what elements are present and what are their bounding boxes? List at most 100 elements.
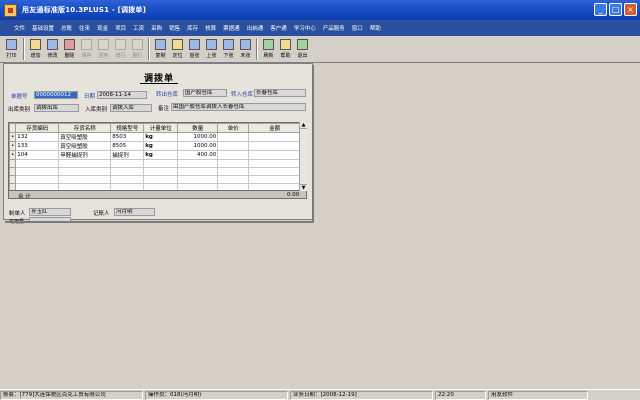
toolbar-button[interactable]: 复制 (152, 38, 169, 62)
scroll-down-icon[interactable]: ▼ (300, 184, 307, 191)
grid-cell-spec[interactable]: 8505 (110, 141, 145, 151)
grid-cell-code[interactable]: 104 (15, 150, 60, 160)
grid-cell-price[interactable] (217, 132, 250, 142)
menu-item[interactable]: 产品服务 (323, 24, 345, 32)
grid-cell-unit[interactable] (143, 159, 179, 168)
toolbar-button[interactable]: 上张 (203, 38, 220, 62)
grid-cell-unit[interactable] (143, 167, 179, 176)
toolbar-button[interactable]: 帮助 (277, 38, 294, 62)
toolbar-button[interactable]: 首张 (186, 38, 203, 62)
grid-cell-qty[interactable] (177, 159, 219, 168)
grid-cell-amount[interactable] (248, 132, 302, 142)
table-row[interactable] (9, 167, 302, 176)
grid-cell-spec[interactable] (110, 159, 145, 168)
out-warehouse-field[interactable]: 国产胶仓库 (183, 89, 227, 97)
toolbar-button[interactable]: 定位 (169, 38, 186, 62)
grid-cell-amount[interactable] (248, 183, 302, 190)
table-row[interactable]: • 133 真空吸塑胶 8505 kg 1000.00 (9, 141, 302, 151)
column-header[interactable]: 数量 (177, 123, 219, 133)
table-row[interactable]: • 104 甲醛捕捉剂 捕捉剂 kg 400.00 (9, 150, 302, 160)
maximize-button[interactable]: □ (609, 3, 622, 16)
column-header[interactable]: 存货编码 (15, 123, 60, 133)
menu-item[interactable]: 工资 (133, 24, 144, 32)
grid-cell-unit[interactable] (143, 183, 179, 190)
menu-item[interactable]: 文件 (14, 24, 25, 32)
grid-cell-name[interactable] (58, 159, 112, 168)
menu-item[interactable]: 总账 (61, 24, 72, 32)
column-header[interactable]: 单价 (217, 123, 250, 133)
menu-item[interactable]: 出纳通 (247, 24, 264, 32)
grid-cell-spec[interactable] (110, 175, 145, 184)
toolbar-button[interactable]: 放弃 (95, 38, 112, 62)
in-warehouse-field[interactable]: 长春仓库 (254, 89, 306, 97)
grid-cell-spec[interactable] (110, 167, 145, 176)
grid-cell-amount[interactable] (248, 167, 302, 176)
minimize-button[interactable]: _ (594, 3, 607, 16)
toolbar-button[interactable]: 打印 (2, 38, 21, 62)
menu-item[interactable]: 基础设置 (32, 24, 54, 32)
toolbar-button[interactable]: 保存 (78, 38, 95, 62)
grid-cell-code[interactable]: 133 (15, 141, 60, 151)
grid-cell-unit[interactable]: kg (143, 141, 179, 151)
toolbar-button[interactable]: 修改 (44, 38, 61, 62)
grid-cell-amount[interactable] (248, 159, 302, 168)
grid-cell-name[interactable]: 真空吸塑胶 (58, 132, 112, 142)
menu-item[interactable]: 票据通 (223, 24, 240, 32)
grid-cell-qty[interactable] (177, 167, 219, 176)
grid-cell-spec[interactable]: 捕捉剂 (110, 150, 145, 160)
menu-item[interactable]: 帮助 (370, 24, 381, 32)
menu-item[interactable]: 学习中心 (294, 24, 316, 32)
grid-cell-name[interactable] (58, 167, 112, 176)
grid-cell-qty[interactable]: 1000.00 (177, 132, 219, 142)
grid-cell-price[interactable] (217, 159, 250, 168)
grid-cell-code[interactable] (15, 183, 60, 190)
menu-item[interactable]: 往来 (79, 24, 90, 32)
remark-field[interactable]: 由国产胶仓库调拨入长春仓库 (171, 103, 306, 111)
column-header[interactable]: 计量单位 (143, 123, 179, 133)
grid-cell-qty[interactable]: 1000.00 (177, 141, 219, 151)
menu-item[interactable]: 窗口 (352, 24, 363, 32)
out-type-field[interactable]: 调拨出库 (34, 104, 79, 112)
grid-cell-qty[interactable] (177, 183, 219, 190)
grid-cell-price[interactable] (217, 141, 250, 151)
grid-cell-spec[interactable]: 8503 (110, 132, 145, 142)
close-button[interactable]: × (624, 3, 637, 16)
toolbar-button[interactable]: 下张 (220, 38, 237, 62)
table-row[interactable]: • 132 真空吸塑胶 8503 kg 1000.00 (9, 132, 302, 142)
table-row[interactable] (9, 183, 302, 190)
column-header[interactable]: 规格型号 (110, 123, 145, 133)
toolbar-button[interactable]: 增加 (27, 38, 44, 62)
voucher-no-field[interactable]: 0000000012 (34, 91, 78, 99)
grid-cell-qty[interactable]: 400.00 (177, 150, 219, 160)
column-header[interactable]: 存货名称 (58, 123, 112, 133)
grid-cell-code[interactable] (15, 159, 60, 168)
grid-cell-amount[interactable] (248, 141, 302, 151)
title-bar[interactable]: 用友通标准版10.3PLUS1 - [调拨单] _ □ × (0, 0, 640, 20)
grid-cell-amount[interactable] (248, 175, 302, 184)
item-grid[interactable]: 存货编码 存货名称 规格型号 计量单位 数量 单价 金额 • 132 真空吸塑胶 85… (8, 122, 307, 191)
grid-cell-name[interactable]: 甲醛捕捉剂 (58, 150, 112, 160)
toolbar-button[interactable]: 增行 (112, 38, 129, 62)
menu-item[interactable]: 库存 (187, 24, 198, 32)
toolbar-button[interactable]: 删除 (61, 38, 78, 62)
toolbar-button[interactable]: 删行 (129, 38, 146, 62)
menu-item[interactable]: 项目 (115, 24, 126, 32)
date-field[interactable]: 2008-11-14 (97, 91, 147, 99)
grid-cell-price[interactable] (217, 167, 250, 176)
menu-item[interactable]: 采购 (151, 24, 162, 32)
table-row[interactable] (9, 175, 302, 184)
toolbar-button[interactable]: 刷新 (260, 38, 277, 62)
grid-cell-price[interactable] (217, 183, 250, 190)
grid-cell-unit[interactable] (143, 175, 179, 184)
grid-vertical-scrollbar[interactable]: ▲ ▼ (299, 122, 307, 191)
menu-item[interactable]: 核算 (205, 24, 216, 32)
grid-cell-code[interactable]: 132 (15, 132, 60, 142)
grid-cell-price[interactable] (217, 150, 250, 160)
toolbar-button[interactable]: 退出 (294, 38, 311, 62)
grid-cell-name[interactable] (58, 175, 112, 184)
table-row[interactable] (9, 159, 302, 168)
grid-cell-name[interactable] (58, 183, 112, 190)
in-type-field[interactable]: 调拨入库 (110, 104, 152, 112)
menu-item[interactable]: 客户通 (270, 24, 287, 32)
grid-cell-price[interactable] (217, 175, 250, 184)
